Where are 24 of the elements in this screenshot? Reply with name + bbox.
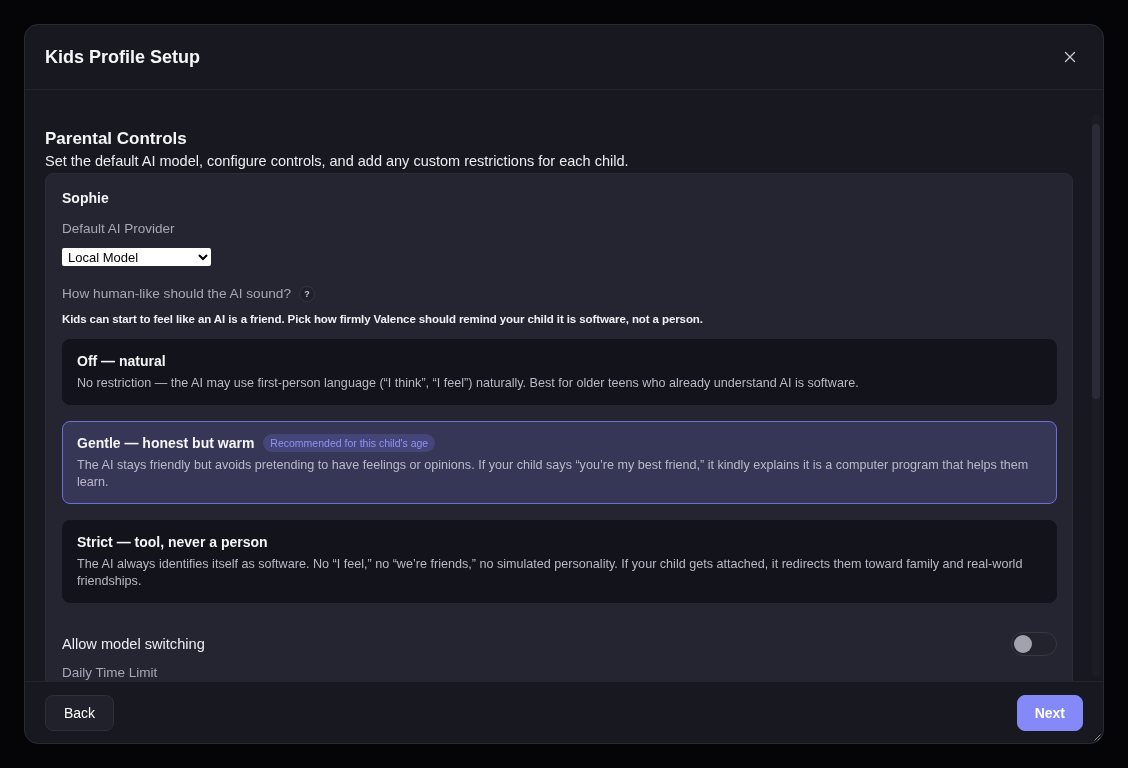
help-icon[interactable]: ? xyxy=(299,286,315,302)
setting-label: Daily Time Limit xyxy=(62,665,159,680)
option-title: Gentle — honest but warm xyxy=(77,434,255,452)
dialog-title: Kids Profile Setup xyxy=(45,46,201,68)
setting-label: Allow model switching xyxy=(62,635,205,653)
back-button[interactable]: Back xyxy=(45,694,115,731)
option-title: Off — natural xyxy=(77,352,166,370)
mode-option[interactable] xyxy=(62,520,1057,603)
section-subtitle: Set the default AI model, configure controls, and add any custom restrictions for each child. xyxy=(45,152,630,170)
toggle-switch[interactable] xyxy=(1011,632,1057,656)
recommended-badge: Recommended for this child's age xyxy=(263,434,436,452)
helper-text: Kids can start to feel like an AI is a friend. Pick how firmly Valence should remind your child it is software, not a person. xyxy=(62,312,704,327)
mode-option[interactable]: Off — natural No restriction — the AI may use first-person language (“I think”, “I feel”) naturally. Best for older teens who already understand AI is software. xyxy=(62,339,1057,405)
option-description: The AI always identifies itself as software. No “I feel,” no “we’re friends,” no simulated personality. If your child gets attached, it redirects them toward family and real-world friendships. xyxy=(77,556,1024,590)
mode-option[interactable] xyxy=(62,421,1057,504)
resize-grip-icon[interactable] xyxy=(1094,734,1101,741)
option-title: Strict — tool, never a person xyxy=(77,533,268,551)
field-label: How human-like should the AI sound? xyxy=(62,286,291,302)
child-name: Sophie xyxy=(62,189,110,207)
field-label: Default AI Provider xyxy=(62,221,176,237)
option-description: No restriction — the AI may use first-person language (“I think”, “I feel”) naturally. Best for older teens who already understand AI is software. xyxy=(77,375,860,392)
provider-select[interactable]: Local Model xyxy=(62,248,211,266)
section-title: Parental Controls xyxy=(45,129,188,149)
option-description: The AI stays friendly but avoids pretending to have feelings or opinions. If your child says “you’re my best friend,” it kindly explains it is a computer program that helps them learn. xyxy=(77,457,1030,491)
